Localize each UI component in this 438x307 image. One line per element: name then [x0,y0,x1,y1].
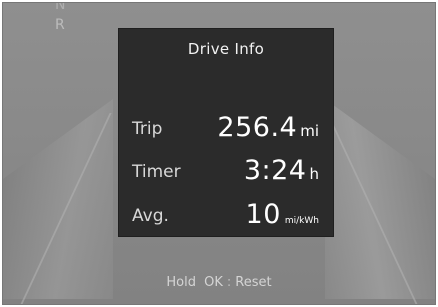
timer-value-group: 3:24 h [244,155,319,186]
drive-info-title: Drive Info [187,40,265,58]
right-road-panel [325,99,435,299]
trip-value-group: 256.4 mi [217,112,319,143]
gear-r-mark: R [55,17,65,33]
instrument-cluster: N R Drive Info Trip 256.4 mi Timer 3:24 h … [2,2,436,305]
trip-unit: mi [300,122,319,140]
avg-label: Avg. [132,206,169,226]
gear-n-mark: N [55,2,66,13]
avg-value-group: 10 mi/kWh [246,199,319,230]
trip-label: Trip [132,119,163,139]
hint-hold: Hold [166,275,196,290]
drive-info-panel: Drive Info Trip 256.4 mi Timer 3:24 h Avg.… [118,28,334,237]
hint-ok-button[interactable]: OK [204,275,223,290]
timer-unit: h [309,165,319,183]
timer-value: 3:24 [243,155,307,186]
reset-hint: Hold OK: Reset [3,275,435,290]
avg-unit: mi/kWh [284,216,319,226]
avg-row: Avg. 10 mi/kWh [132,196,319,230]
hint-reset: Reset [235,275,272,290]
timer-label: Timer [132,162,181,182]
timer-row: Timer 3:24 h [132,152,319,186]
avg-value: 10 [245,199,281,230]
trip-value: 256.4 [217,112,298,143]
hint-separator: : [226,275,232,290]
left-road-panel [3,99,113,299]
trip-row: Trip 256.4 mi [132,109,319,143]
